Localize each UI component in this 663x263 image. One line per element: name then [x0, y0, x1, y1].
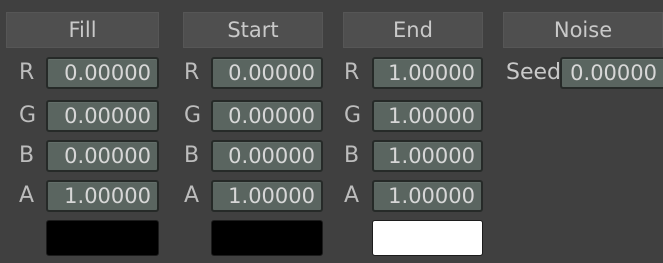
start-r-field[interactable]: 0.00000: [211, 57, 323, 89]
end-b-field[interactable]: 1.00000: [372, 140, 483, 172]
fill-a-label: A: [19, 183, 35, 208]
end-g-label: G: [344, 103, 362, 128]
fill-a-field[interactable]: 1.00000: [46, 180, 159, 212]
color-settings-panel: Fill R 0.00000 G 0.00000 B 0.00000 A 1.0…: [0, 0, 663, 263]
start-g-label: G: [184, 103, 202, 128]
fill-g-field[interactable]: 0.00000: [46, 100, 159, 132]
start-b-field[interactable]: 0.00000: [211, 140, 323, 172]
end-r-field[interactable]: 1.00000: [372, 57, 483, 89]
fill-column-header: Fill: [6, 12, 159, 48]
start-a-label: A: [184, 183, 200, 208]
end-a-field[interactable]: 1.00000: [372, 180, 483, 212]
seed-label: Seed: [506, 60, 561, 85]
fill-r-label: R: [19, 60, 35, 85]
fill-color-swatch[interactable]: [46, 220, 159, 256]
start-b-label: B: [184, 143, 200, 168]
seed-field[interactable]: 0.00000: [560, 57, 663, 89]
end-r-label: R: [344, 60, 360, 85]
fill-g-label: G: [19, 103, 37, 128]
end-b-label: B: [344, 143, 360, 168]
noise-column-header: Noise: [503, 12, 663, 48]
fill-b-field[interactable]: 0.00000: [46, 140, 159, 172]
end-a-label: A: [344, 183, 360, 208]
end-color-swatch[interactable]: [372, 220, 483, 256]
start-column-header: Start: [183, 12, 323, 48]
fill-b-label: B: [19, 143, 35, 168]
end-column-header: End: [343, 12, 483, 48]
start-a-field[interactable]: 1.00000: [211, 180, 323, 212]
start-color-swatch[interactable]: [211, 220, 323, 256]
start-g-field[interactable]: 0.00000: [211, 100, 323, 132]
end-g-field[interactable]: 1.00000: [372, 100, 483, 132]
fill-r-field[interactable]: 0.00000: [46, 57, 159, 89]
start-r-label: R: [184, 60, 200, 85]
